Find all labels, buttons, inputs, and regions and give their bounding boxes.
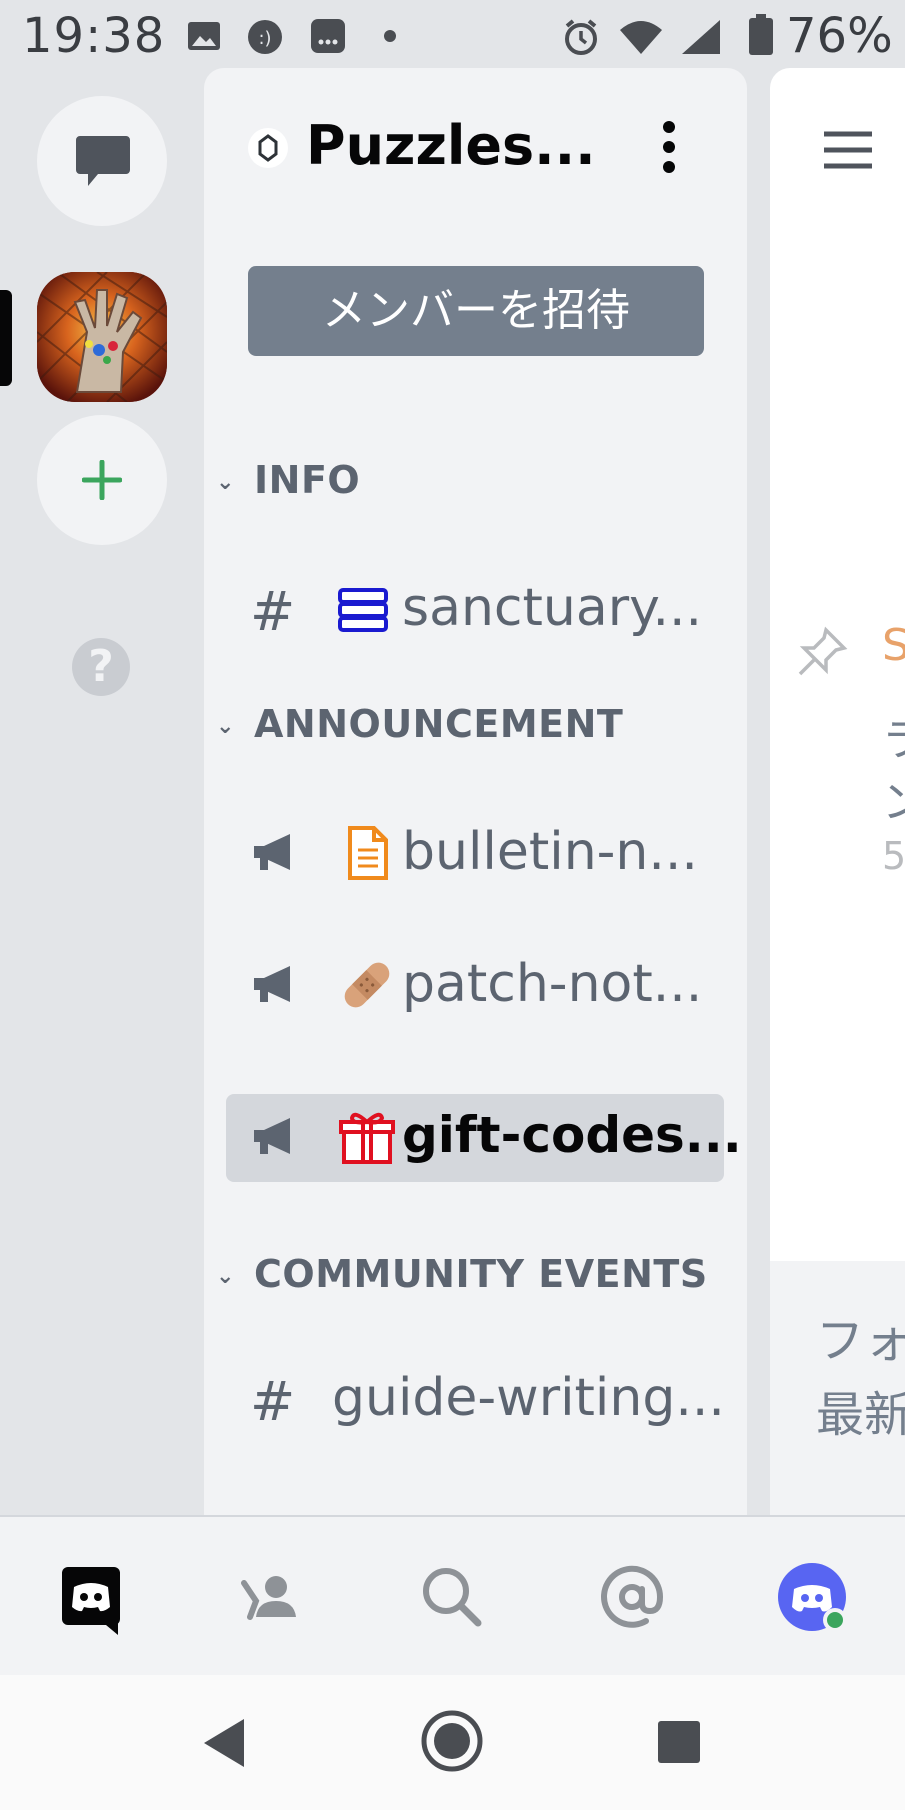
add-server-button[interactable] — [37, 415, 167, 545]
invite-members-button[interactable]: メンバーを招待 — [248, 266, 704, 356]
category-community-events[interactable]: ⌄ COMMUNITY EVENTS — [216, 1252, 708, 1296]
boost-gem-icon — [258, 134, 278, 162]
category-label: INFO — [254, 458, 361, 502]
nav-friends[interactable] — [232, 1557, 312, 1637]
add-server-icon — [82, 460, 122, 500]
books-icon — [338, 588, 388, 632]
channel-panel: Puzzles... メンバーを招待 ⌄ INFO # sanctuary... … — [204, 68, 747, 1515]
svg-text::): :) — [258, 28, 271, 49]
category-label: ANNOUNCEMENT — [254, 702, 624, 746]
battery-percent: 76% — [786, 8, 893, 64]
message-text: ラ — [882, 715, 905, 766]
channel-bulletin[interactable]: bulletin-n... — [226, 810, 724, 896]
direct-messages-icon — [76, 136, 130, 186]
image-icon — [188, 22, 220, 50]
channel-name: gift-codes... — [402, 1106, 742, 1164]
bandage-icon — [344, 962, 390, 1008]
d-payment-icon — [311, 19, 345, 53]
chat-input-area[interactable]: フォ 最新 — [770, 1261, 905, 1515]
nav-profile[interactable] — [772, 1557, 852, 1637]
notice-text: フォ — [816, 1313, 905, 1369]
server-avatar-image — [37, 272, 167, 402]
friends-icon — [241, 1576, 296, 1620]
direct-messages-button[interactable] — [37, 96, 167, 226]
channel-gift-codes[interactable]: gift-codes... — [226, 1094, 742, 1182]
pin-icon — [798, 626, 848, 676]
channel-name: patch-not... — [402, 954, 703, 1014]
channel-patch-notes[interactable]: patch-not... — [226, 942, 724, 1028]
channel-name: bulletin-n... — [402, 822, 698, 882]
chevron-down-icon: ⌄ — [216, 470, 235, 495]
chevron-down-icon: ⌄ — [216, 1264, 235, 1289]
discord-home-icon — [62, 1567, 120, 1635]
megaphone-icon — [254, 1118, 290, 1154]
online-status-indicator — [827, 1612, 843, 1628]
signal-icon — [682, 20, 720, 54]
wifi-icon — [620, 21, 662, 54]
megaphone-icon — [254, 834, 290, 870]
message-text: ン — [882, 777, 905, 828]
bottom-navigation — [0, 1515, 905, 1677]
battery-icon — [749, 14, 773, 55]
status-time: 19:38 — [22, 8, 166, 64]
chevron-down-icon: ⌄ — [216, 714, 235, 739]
mentions-icon — [601, 1565, 664, 1628]
hamburger-menu-icon[interactable] — [822, 130, 874, 170]
nav-mentions[interactable] — [592, 1557, 672, 1637]
more-options-icon[interactable] — [654, 120, 684, 174]
recents-icon[interactable] — [656, 1719, 702, 1765]
message-timestamp: 5 — [882, 834, 905, 878]
search-icon — [423, 1568, 482, 1627]
help-icon[interactable]: ? — [72, 638, 130, 696]
nav-search[interactable] — [412, 1557, 492, 1637]
text-channel-icon: # — [250, 1370, 296, 1433]
back-icon[interactable] — [200, 1717, 246, 1769]
category-announcement[interactable]: ⌄ ANNOUNCEMENT — [216, 702, 623, 746]
chat-bubble-icon: :) — [248, 20, 282, 54]
channel-name: guide-writing... — [332, 1368, 725, 1428]
system-navigation-bar — [0, 1675, 905, 1810]
page-icon — [348, 826, 388, 880]
status-bar: 19:38 :) 76% — [0, 0, 905, 70]
home-icon[interactable] — [420, 1709, 484, 1773]
server-avatar[interactable] — [37, 272, 167, 402]
message-author: S — [882, 620, 905, 671]
gift-icon — [339, 1112, 395, 1164]
nav-home[interactable] — [52, 1557, 132, 1637]
notice-text: 最新 — [816, 1387, 905, 1443]
text-channel-icon: # — [250, 580, 296, 643]
dot-icon — [384, 30, 396, 42]
channel-name: sanctuary... — [402, 578, 703, 638]
profile-avatar — [778, 1563, 847, 1632]
server-name[interactable]: Puzzles... — [306, 114, 596, 177]
alarm-icon — [565, 19, 597, 55]
channel-sanctuary[interactable]: # sanctuary... — [226, 566, 724, 652]
category-info[interactable]: ⌄ INFO — [216, 458, 360, 502]
category-label: COMMUNITY EVENTS — [254, 1252, 708, 1296]
server-boost-badge — [248, 128, 288, 168]
selected-server-indicator — [0, 290, 12, 386]
channel-guide-writing[interactable]: # guide-writing... — [226, 1356, 725, 1442]
megaphone-icon — [254, 966, 290, 1002]
chat-panel-peek[interactable]: S ラ ン 5 フォ 最新 — [770, 68, 905, 1515]
server-rail: ? — [0, 70, 200, 1515]
